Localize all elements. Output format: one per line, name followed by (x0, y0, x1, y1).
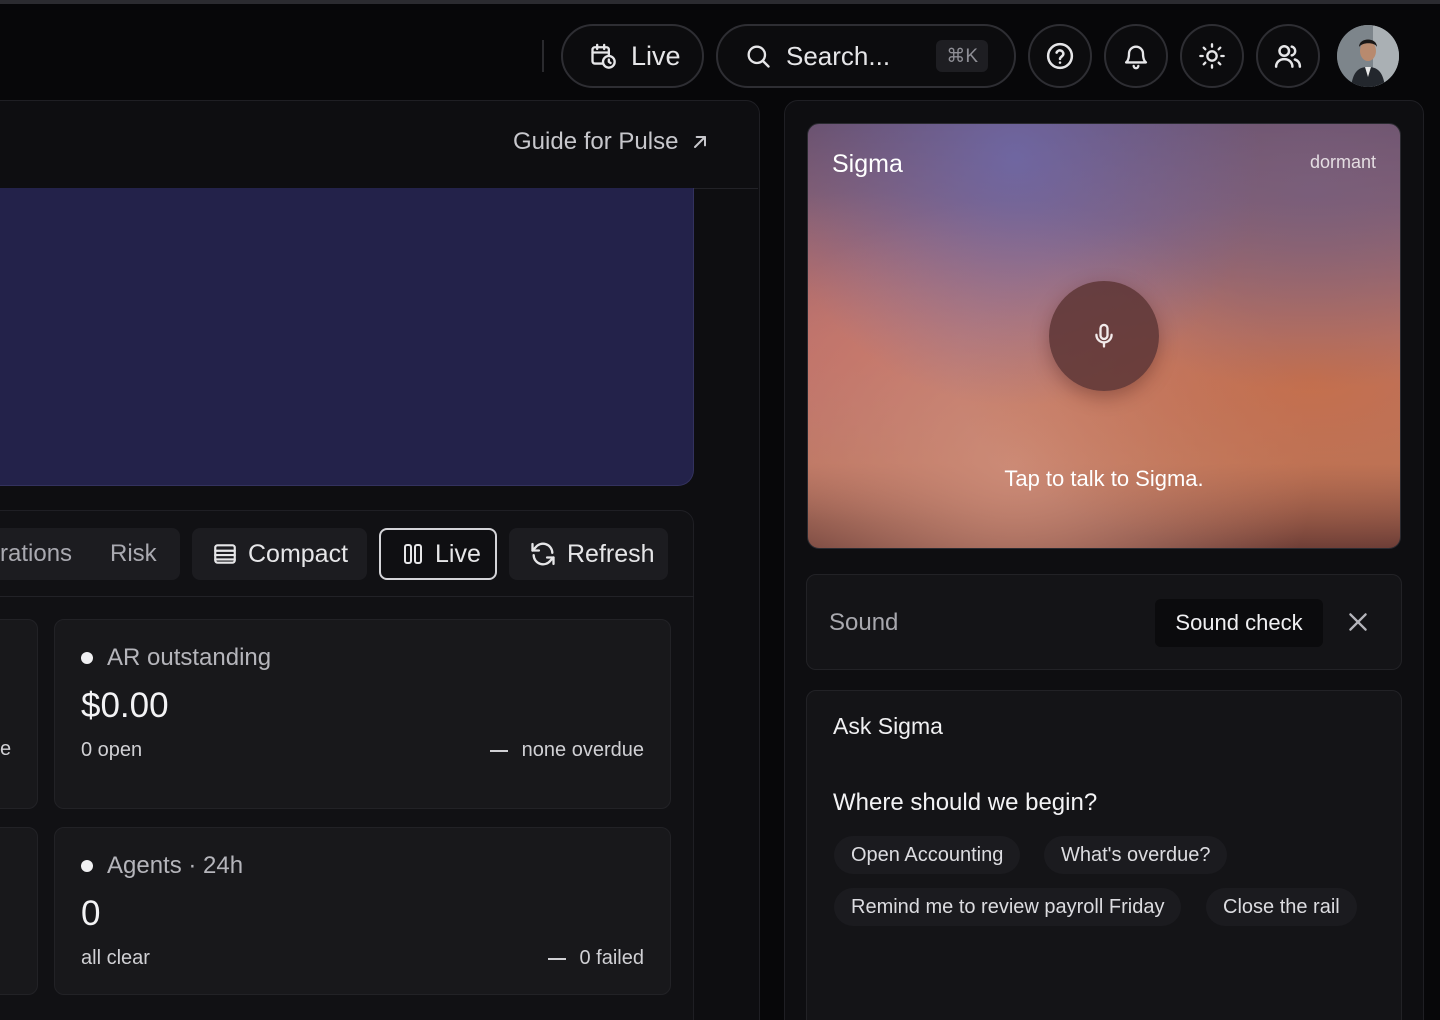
partial-card (0, 619, 38, 809)
close-icon (1349, 613, 1367, 631)
compact-button[interactable]: Compact (192, 528, 367, 580)
mic-icon (1095, 323, 1113, 348)
metric-card-title-text: AR outstanding (107, 644, 272, 671)
window-top-border (0, 0, 1440, 4)
header-divider (542, 40, 544, 72)
sun-icon (1199, 43, 1225, 69)
ask-sigma-panel: Ask Sigma Where should we begin? Open Ac… (806, 690, 1402, 1020)
bell-icon (1124, 45, 1148, 70)
metric-card-value: 0 (81, 894, 101, 933)
sound-panel: Sound Sound check (806, 574, 1402, 670)
segment-item-operations[interactable]: rations (0, 540, 72, 568)
sigma-hint: Tap to talk to Sigma. (1004, 466, 1204, 491)
team-button[interactable] (1256, 24, 1320, 88)
metric-card-value: $0.00 (81, 686, 169, 725)
search-shortcut-badge: ⌘K (936, 40, 988, 72)
avatar-portrait (1337, 25, 1399, 87)
metric-card-meta: none overdue (489, 739, 644, 762)
dash-icon (489, 749, 508, 752)
suggestion-chip[interactable]: Open Accounting (834, 836, 1021, 874)
live-view-button[interactable]: Live (379, 528, 497, 580)
ask-sigma-question: Where should we begin? (833, 789, 1098, 816)
partial-card-text: e (0, 738, 12, 760)
metric-card-title-text: Agents · 24h (107, 852, 244, 879)
toolbar-divider (0, 596, 694, 597)
segment-item-risk[interactable]: Risk (110, 540, 157, 568)
search-bar[interactable]: Search... ⌘K (716, 24, 1016, 88)
search-placeholder: Search... (786, 40, 891, 71)
metric-card-agents[interactable]: Agents · 24h 0 all clear 0 failed (54, 827, 671, 995)
suggestion-chip[interactable]: Remind me to review payroll Friday (834, 888, 1182, 926)
sound-check-button[interactable]: Sound check (1155, 599, 1323, 647)
metric-card-title: Agents · 24h (81, 852, 243, 880)
guide-link-label: Guide for Pulse (513, 128, 679, 155)
columns-icon (404, 544, 422, 564)
live-button[interactable]: Live (561, 24, 704, 88)
dash-icon (547, 957, 566, 960)
refresh-label: Refresh (567, 539, 655, 568)
metric-card-meta-text: 0 failed (579, 947, 645, 969)
live-label: Live (631, 40, 681, 71)
theme-toggle-button[interactable] (1180, 24, 1244, 88)
list-icon (214, 544, 236, 564)
user-avatar[interactable] (1337, 25, 1399, 87)
notifications-button[interactable] (1104, 24, 1168, 88)
users-icon (1274, 44, 1302, 68)
status-dot (81, 652, 93, 664)
arrow-up-right-icon (694, 136, 707, 148)
metric-card-sub: all clear (81, 947, 150, 969)
sigma-title: Sigma (832, 150, 903, 178)
live-view-label: Live (435, 539, 481, 568)
guide-link[interactable]: Guide for Pulse (513, 128, 710, 156)
metric-card-sub: 0 open (81, 739, 143, 761)
sigma-status: dormant (1309, 152, 1376, 172)
suggestion-chip[interactable]: What's overdue? (1044, 836, 1228, 874)
search-icon (747, 45, 770, 68)
sound-label: Sound (829, 609, 899, 636)
metric-card-meta: 0 failed (547, 947, 645, 970)
ask-sigma-title: Ask Sigma (833, 713, 943, 739)
metric-card-ar-outstanding[interactable]: AR outstanding $0.00 0 open none overdue (54, 619, 671, 809)
partial-card (0, 827, 38, 995)
sound-close-button[interactable] (1345, 609, 1371, 640)
calendar-clock-icon (591, 43, 616, 69)
compact-label: Compact (248, 539, 349, 568)
sigma-voice-card[interactable]: Sigma dormant Tap to talk to Sigma. (807, 123, 1401, 549)
refresh-icon (531, 542, 555, 566)
suggestion-chip[interactable]: Close the rail (1206, 888, 1357, 926)
metric-card-meta-text: none overdue (521, 739, 644, 761)
talk-button[interactable] (1049, 281, 1159, 391)
metric-card-title: AR outstanding (81, 644, 271, 672)
refresh-button[interactable]: Refresh (509, 528, 668, 580)
help-button[interactable] (1028, 24, 1092, 88)
status-dot (81, 860, 93, 872)
hero-banner (0, 188, 694, 486)
view-segment-control[interactable]: rations Risk (0, 528, 180, 580)
help-icon (1046, 42, 1074, 70)
